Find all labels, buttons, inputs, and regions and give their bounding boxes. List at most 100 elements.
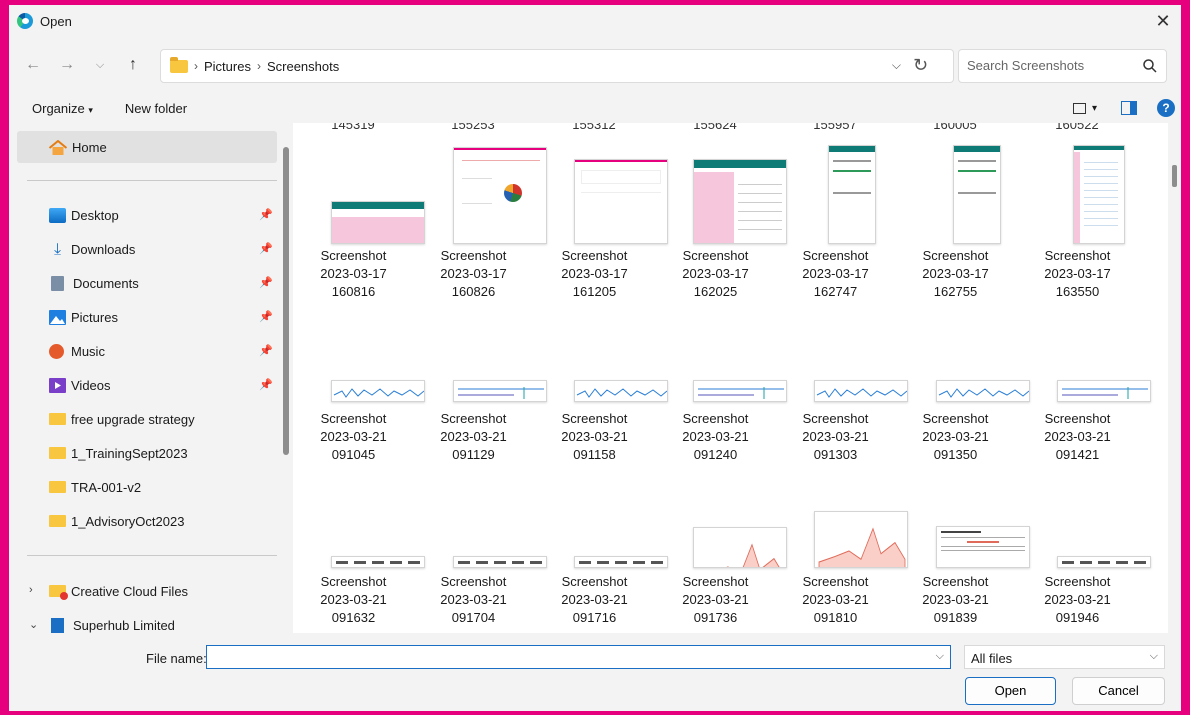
sidebar-item-folder[interactable]: 1_TrainingSept2023 — [17, 437, 277, 469]
file-name-caption[interactable]: Screenshot 2023-03-17 161205 — [534, 247, 655, 301]
file-name-caption[interactable]: Screenshot 2023-03-17 160826 — [413, 247, 534, 301]
file-thumbnail[interactable] — [1073, 145, 1125, 244]
file-item[interactable]: Screenshot 2023-03-17 162025 — [655, 123, 787, 633]
file-item[interactable]: Screenshot 2023-03-21 091421 — [1017, 123, 1151, 633]
file-name-caption[interactable]: Screenshot 2023-03-17 160816 — [293, 247, 414, 301]
sidebar-item-home[interactable]: Home — [17, 131, 277, 163]
chevron-right-icon[interactable]: › — [29, 584, 33, 596]
file-name-caption[interactable]: Screenshot 2023-03-17 163550 — [1017, 247, 1138, 301]
address-dropdown-icon[interactable]: ⌵ — [892, 58, 901, 73]
file-name-caption[interactable]: Screenshot 2023-03-21 091303 — [775, 410, 896, 464]
file-name-caption[interactable]: Screenshot 2023-03-21 091716 — [534, 573, 655, 627]
file-label-partial[interactable]: 160005 — [910, 123, 1000, 132]
view-mode-icon[interactable] — [1072, 102, 1086, 114]
sidebar-item-folder[interactable]: 1_AdvisoryOct2023 — [17, 505, 277, 537]
cancel-button[interactable]: Cancel — [1072, 677, 1165, 705]
file-name-caption[interactable]: Screenshot 2023-03-17 162747 — [775, 247, 896, 301]
file-thumbnail[interactable] — [693, 527, 787, 568]
file-thumbnail[interactable] — [814, 380, 908, 402]
search-input[interactable] — [967, 58, 1137, 73]
sidebar-item-pictures[interactable]: Pictures 📌 — [17, 301, 277, 333]
sidebar-item-documents[interactable]: Documents 📌 — [17, 267, 277, 299]
sidebar-item-downloads[interactable]: ⤓ Downloads 📌 — [17, 233, 277, 265]
file-name-caption[interactable]: Screenshot 2023-03-21 091158 — [534, 410, 655, 464]
file-name-caption[interactable]: Screenshot 2023-03-17 162025 — [655, 247, 776, 301]
pin-icon[interactable]: 📌 — [259, 344, 273, 357]
sidebar-item-videos[interactable]: Videos 📌 — [17, 369, 277, 401]
pin-icon[interactable]: 📌 — [259, 208, 273, 221]
file-thumbnail[interactable] — [453, 380, 547, 402]
help-icon[interactable]: ? — [1157, 99, 1175, 117]
file-item[interactable]: Screenshot 2023-03-21 091350 — [895, 123, 1030, 633]
arrow-right-icon[interactable]: → — [56, 54, 78, 76]
sidebar-item-folder[interactable]: TRA-001-v2 — [17, 471, 277, 503]
breadcrumb-pictures[interactable]: Pictures — [204, 59, 251, 74]
file-item[interactable]: Screenshot 2023-03-21 091839 — [895, 123, 1030, 633]
file-item[interactable]: Screenshot 2023-03-21 091736 — [655, 123, 787, 633]
sidebar-item-superhub[interactable]: ⌄ Superhub Limited — [17, 609, 277, 633]
arrow-left-icon[interactable]: ← — [22, 54, 44, 76]
file-name-input[interactable]: ⌵ — [206, 645, 951, 669]
file-thumbnail[interactable] — [936, 380, 1030, 402]
open-button[interactable]: Open — [965, 677, 1056, 705]
file-thumbnail[interactable] — [1057, 556, 1151, 568]
file-thumbnail[interactable] — [936, 526, 1030, 568]
breadcrumb-screenshots[interactable]: Screenshots — [267, 59, 339, 74]
file-label-partial[interactable]: 155957 — [790, 123, 880, 132]
organize-button[interactable]: Organize ▾ — [32, 101, 93, 116]
file-item[interactable]: Screenshot 2023-03-21 091716 — [534, 123, 668, 633]
address-bar[interactable]: › Pictures › Screenshots ⌵ — [160, 49, 954, 83]
file-thumbnail[interactable] — [814, 511, 908, 568]
file-item[interactable]: Screenshot 2023-03-21 091946 — [1017, 123, 1151, 633]
file-thumbnail[interactable] — [453, 556, 547, 568]
file-name-caption[interactable]: Screenshot 2023-03-21 091045 — [293, 410, 414, 464]
sidebar-scrollbar[interactable] — [283, 147, 289, 455]
chevron-down-icon[interactable]: ⌄ — [29, 618, 38, 631]
file-name-caption[interactable]: Screenshot 2023-03-21 091704 — [413, 573, 534, 627]
close-icon[interactable]: ✕ — [1151, 9, 1175, 33]
file-name-caption[interactable]: Screenshot 2023-03-21 091421 — [1017, 410, 1138, 464]
file-label-partial[interactable]: 155312 — [549, 123, 639, 132]
file-item[interactable]: Screenshot 2023-03-21 091632 — [293, 123, 425, 633]
sidebar-item-music[interactable]: Music 📌 — [17, 335, 277, 367]
pin-icon[interactable]: 📌 — [259, 378, 273, 391]
chevron-down-icon[interactable]: ⌵ — [89, 54, 111, 76]
file-thumbnail[interactable] — [331, 201, 425, 244]
file-name-caption[interactable]: Screenshot 2023-03-21 091632 — [293, 573, 414, 627]
file-thumbnail[interactable] — [953, 145, 1001, 244]
file-item[interactable]: Screenshot 2023-03-17 162747 — [775, 123, 896, 633]
file-item[interactable]: Screenshot 2023-03-17 160816 — [293, 123, 425, 633]
search-icon[interactable] — [1142, 58, 1158, 74]
sidebar-item-creative-cloud[interactable]: › Creative Cloud Files — [17, 575, 277, 607]
chevron-down-icon[interactable]: ⌵ — [936, 650, 944, 663]
file-label-partial[interactable]: 160522 — [1032, 123, 1122, 132]
file-thumbnail[interactable] — [574, 556, 668, 568]
new-folder-button[interactable]: New folder — [125, 101, 187, 116]
file-thumbnail[interactable] — [828, 145, 876, 244]
file-thumbnail[interactable] — [693, 159, 787, 244]
search-box[interactable] — [958, 49, 1167, 83]
pin-icon[interactable]: 📌 — [259, 242, 273, 255]
file-name-caption[interactable]: Screenshot 2023-03-21 091350 — [895, 410, 1016, 464]
file-thumbnail[interactable] — [693, 380, 787, 402]
refresh-icon[interactable]: ↻ — [913, 55, 928, 76]
file-name-caption[interactable]: Screenshot 2023-03-21 091839 — [895, 573, 1016, 627]
file-grid-scrollbar[interactable] — [1168, 123, 1181, 633]
file-thumbnail[interactable] — [331, 556, 425, 568]
file-item[interactable]: Screenshot 2023-03-21 091303 — [775, 123, 908, 633]
arrow-up-icon[interactable]: ↑ — [122, 54, 144, 76]
file-thumbnail[interactable] — [331, 380, 425, 402]
file-name-caption[interactable]: Screenshot 2023-03-21 091240 — [655, 410, 776, 464]
file-item[interactable]: Screenshot 2023-03-21 091129 — [413, 123, 547, 633]
file-thumbnail[interactable] — [1057, 380, 1151, 402]
file-type-select[interactable]: All files ⌵ — [964, 645, 1165, 669]
file-item[interactable]: Screenshot 2023-03-17 161205 — [534, 123, 668, 633]
file-name-caption[interactable]: Screenshot 2023-03-21 091946 — [1017, 573, 1138, 627]
sidebar-item-folder[interactable]: free upgrade strategy — [17, 403, 277, 435]
file-item[interactable]: Screenshot 2023-03-21 091240 — [655, 123, 787, 633]
pin-icon[interactable]: 📌 — [259, 276, 273, 289]
pin-icon[interactable]: 📌 — [259, 310, 273, 323]
file-item[interactable]: Screenshot 2023-03-21 091158 — [534, 123, 668, 633]
file-name-caption[interactable]: Screenshot 2023-03-17 162755 — [895, 247, 1016, 301]
preview-pane-icon[interactable] — [1121, 101, 1137, 115]
